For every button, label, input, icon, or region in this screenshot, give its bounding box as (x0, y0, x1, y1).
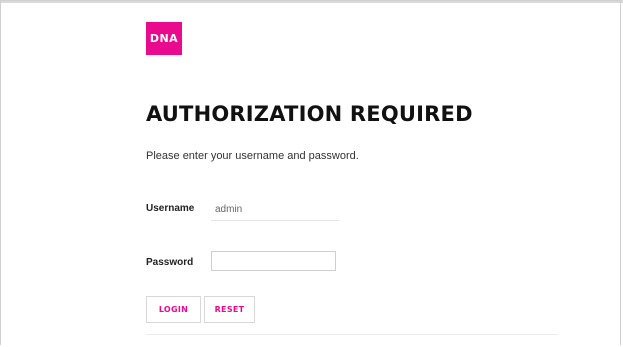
form-divider (146, 334, 558, 335)
brand-logo-text: DNA (149, 32, 179, 45)
login-instructions: Please enter your username and password. (146, 150, 359, 162)
brand-logo: DNA (146, 22, 182, 55)
username-field[interactable]: admin (211, 199, 339, 221)
login-button[interactable]: LOGIN (146, 296, 201, 323)
page-title: AUTHORIZATION REQUIRED (146, 102, 473, 126)
username-label: Username (146, 203, 195, 214)
page-frame (0, 0, 621, 345)
reset-button[interactable]: RESET (204, 296, 255, 323)
password-label: Password (146, 257, 194, 268)
password-field[interactable] (211, 251, 336, 271)
